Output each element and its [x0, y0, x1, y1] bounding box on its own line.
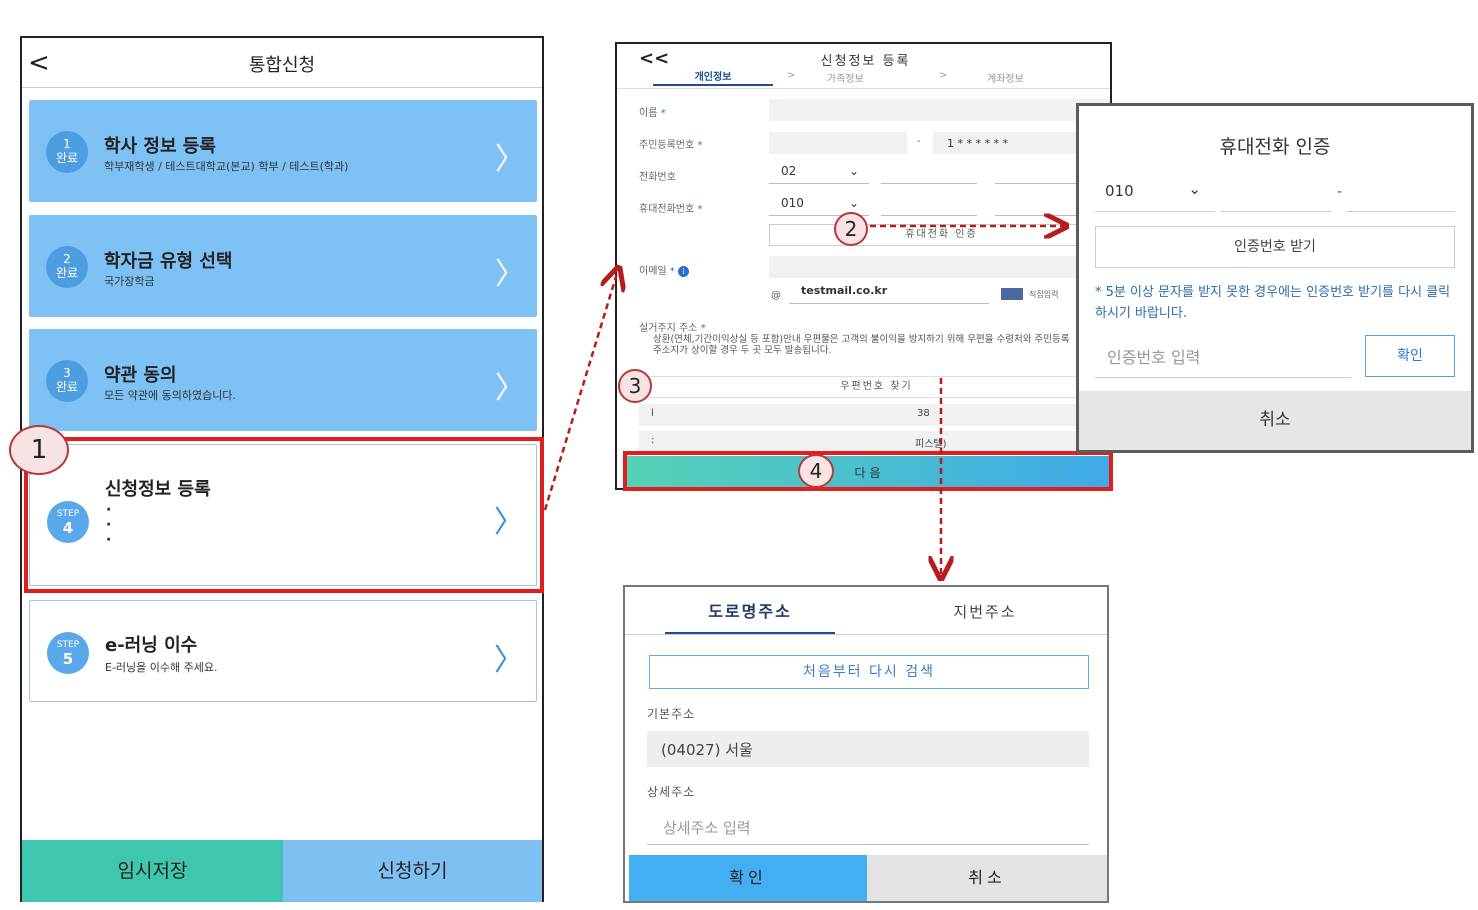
arrow-step4-to-form [543, 270, 618, 511]
flow-arrows [543, 0, 1478, 910]
